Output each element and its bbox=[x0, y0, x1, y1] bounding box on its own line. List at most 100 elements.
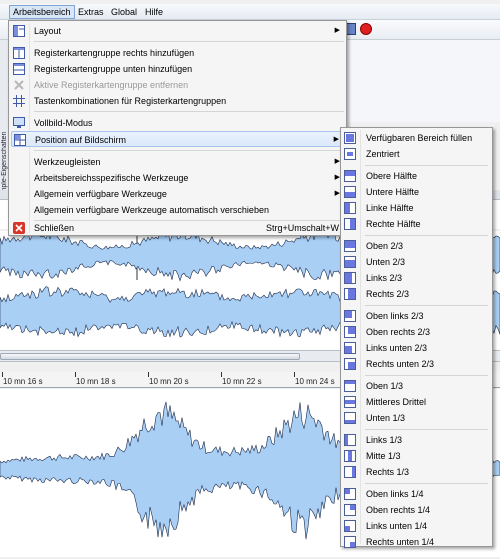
layout-icon bbox=[13, 25, 25, 37]
submenu-item-bottom-third[interactable]: Unten 1/3 bbox=[343, 410, 490, 426]
menu-item-add-tabgroup-bottom[interactable]: Registerkartengruppe unten hinzufügen bbox=[11, 61, 344, 77]
submenu-item-label: Rechts unten 1/4 bbox=[366, 537, 435, 547]
top-left-two-thirds-icon bbox=[344, 310, 356, 322]
menu-item-label: Allgemein verfügbare Werkzeuge bbox=[34, 189, 167, 199]
ruler-label: 10 mn 20 s bbox=[149, 377, 189, 386]
menu-item-label: Aktive Registerkartengruppe entfernen bbox=[34, 80, 189, 90]
submenu-item-middle-third[interactable]: Mittleres Drittel bbox=[343, 394, 490, 410]
menu-item-tab-shortcuts[interactable]: Tastenkombinationen für Registerkartengr… bbox=[11, 93, 344, 109]
left-third-icon bbox=[344, 434, 356, 446]
submenu-item-top-two-thirds[interactable]: Oben 2/3 bbox=[343, 238, 490, 254]
top-right-quarter-icon bbox=[344, 504, 356, 516]
right-third-icon bbox=[344, 466, 356, 478]
menu-arbeitsbereich[interactable]: Arbeitsbereich bbox=[9, 5, 75, 19]
record-button[interactable] bbox=[360, 23, 372, 35]
remove-tabgroup-icon bbox=[13, 79, 25, 91]
right-two-thirds-icon bbox=[344, 288, 356, 300]
submenu-item-bottom-left-two-thirds[interactable]: Links unten 2/3 bbox=[343, 340, 490, 356]
submenu-item-bottom-two-thirds[interactable]: Unten 2/3 bbox=[343, 254, 490, 270]
menu-bar: Arbeitsbereich Extras Global Hilfe bbox=[0, 4, 500, 20]
submenu-item-label: Rechts 1/3 bbox=[366, 467, 410, 477]
menu-item-workspace-tools[interactable]: Arbeitsbereichsspezifische Werkzeuge ▶ bbox=[11, 170, 344, 186]
menu-hilfe[interactable]: Hilfe bbox=[142, 5, 166, 19]
right-half-icon bbox=[344, 218, 356, 230]
menu-item-label: Allgemein verfügbare Werkzeuge automatis… bbox=[34, 205, 269, 215]
submenu-item-right-two-thirds[interactable]: Rechts 2/3 bbox=[343, 286, 490, 302]
menu-item-label: Registerkartengruppe rechts hinzufügen bbox=[34, 48, 195, 58]
bottom-two-thirds-icon bbox=[344, 256, 356, 268]
menu-item-label: Schließen bbox=[34, 223, 75, 233]
submenu-item-bottom-left-quarter[interactable]: Links unten 1/4 bbox=[343, 518, 490, 534]
menu-extras[interactable]: Extras bbox=[75, 5, 107, 19]
ruler-label: 10 mn 18 s bbox=[76, 377, 116, 386]
submenu-item-bottom-right-quarter[interactable]: Rechts unten 1/4 bbox=[343, 534, 490, 550]
top-left-quarter-icon bbox=[344, 488, 356, 500]
submenu-item-centered[interactable]: Zentriert bbox=[343, 146, 490, 162]
submenu-item-left-two-thirds[interactable]: Links 2/3 bbox=[343, 270, 490, 286]
submenu-arrow-icon: ▶ bbox=[334, 27, 340, 34]
submenu-item-top-left-two-thirds[interactable]: Oben links 2/3 bbox=[343, 308, 490, 324]
menu-item-layout[interactable]: Layout ▶ bbox=[11, 23, 344, 39]
submenu-item-right-third[interactable]: Rechts 1/3 bbox=[343, 464, 490, 480]
center-third-icon bbox=[344, 450, 356, 462]
submenu-item-top-third[interactable]: Oben 1/3 bbox=[343, 378, 490, 394]
centered-icon bbox=[344, 148, 356, 160]
menu-item-label: Position auf Bildschirm bbox=[35, 135, 127, 145]
submenu-item-top-half[interactable]: Obere Hälfte bbox=[343, 168, 490, 184]
menu-item-screen-position[interactable]: Position auf Bildschirm ▶ bbox=[11, 131, 344, 147]
fill-area-icon bbox=[344, 132, 356, 144]
submenu-arrow-icon: ▶ bbox=[333, 136, 339, 143]
menu-item-remove-tabgroup: Aktive Registerkartengruppe entfernen bbox=[11, 77, 344, 93]
submenu-item-label: Linke Hälfte bbox=[366, 203, 414, 213]
submenu-item-right-half[interactable]: Rechte Hälfte bbox=[343, 216, 490, 232]
menu-item-label: Registerkartengruppe unten hinzufügen bbox=[34, 64, 193, 74]
submenu-item-left-half[interactable]: Linke Hälfte bbox=[343, 200, 490, 216]
bottom-third-icon bbox=[344, 412, 356, 424]
submenu-item-label: Links unten 1/4 bbox=[366, 521, 428, 531]
submenu-item-label: Rechte Hälfte bbox=[366, 219, 421, 229]
submenu-item-label: Oben rechts 1/4 bbox=[366, 505, 431, 515]
menu-item-label: Layout bbox=[34, 26, 62, 36]
ruler-label: 10 mn 24 s bbox=[295, 377, 335, 386]
menu-item-label: Tastenkombinationen für Registerkartengr… bbox=[34, 96, 227, 106]
submenu-item-bottom-right-two-thirds[interactable]: Rechts unten 2/3 bbox=[343, 356, 490, 372]
top-third-icon bbox=[344, 380, 356, 392]
submenu-item-bottom-half[interactable]: Untere Hälfte bbox=[343, 184, 490, 200]
submenu-item-label: Oben 2/3 bbox=[366, 241, 404, 251]
submenu-item-label: Links 1/3 bbox=[366, 435, 403, 445]
scrollbar-thumb[interactable] bbox=[0, 353, 300, 360]
submenu-item-label: Unten 2/3 bbox=[366, 257, 406, 267]
submenu-item-label: Oben links 2/3 bbox=[366, 311, 424, 321]
submenu-item-top-left-quarter[interactable]: Oben links 1/4 bbox=[343, 486, 490, 502]
menu-item-auto-move-tools[interactable]: Allgemein verfügbare Werkzeuge automatis… bbox=[11, 202, 344, 218]
bottom-right-two-thirds-icon bbox=[344, 358, 356, 370]
top-right-two-thirds-icon bbox=[344, 326, 356, 338]
grid-icon bbox=[13, 95, 25, 107]
position-submenu: Verfügbaren Bereich füllen Zentriert Obe… bbox=[340, 127, 493, 550]
close-icon bbox=[13, 222, 25, 234]
menu-item-shortcut: Strg+Umschalt+W bbox=[265, 223, 339, 233]
left-two-thirds-icon bbox=[344, 272, 356, 284]
menu-item-label: Werkzeugleisten bbox=[34, 157, 101, 167]
submenu-item-label: Mitte 1/3 bbox=[366, 451, 401, 461]
menu-item-fullscreen[interactable]: Vollbild-Modus bbox=[11, 115, 344, 131]
submenu-item-top-right-quarter[interactable]: Oben rechts 1/4 bbox=[343, 502, 490, 518]
submenu-item-left-third[interactable]: Links 1/3 bbox=[343, 432, 490, 448]
submenu-item-label: Mittleres Drittel bbox=[366, 397, 427, 407]
top-half-icon bbox=[344, 170, 356, 182]
menu-item-toolbars[interactable]: Werkzeugleisten ▶ bbox=[11, 154, 344, 170]
submenu-item-label: Unten 1/3 bbox=[366, 413, 406, 423]
submenu-item-top-right-two-thirds[interactable]: Oben rechts 2/3 bbox=[343, 324, 490, 340]
position-icon bbox=[14, 134, 26, 146]
submenu-item-label: Rechts unten 2/3 bbox=[366, 359, 435, 369]
submenu-item-label: Zentriert bbox=[366, 149, 400, 159]
menu-item-close[interactable]: Schließen Strg+Umschalt+W bbox=[11, 220, 344, 236]
ruler-label: 10 mn 16 s bbox=[3, 377, 43, 386]
submenu-item-fill-area[interactable]: Verfügbaren Bereich füllen bbox=[343, 130, 490, 146]
menu-item-add-tabgroup-right[interactable]: Registerkartengruppe rechts hinzufügen bbox=[11, 45, 344, 61]
submenu-item-label: Links 2/3 bbox=[366, 273, 403, 283]
arbeitsbereich-menu: Layout ▶ Registerkartengruppe rechts hin… bbox=[8, 20, 347, 236]
menu-global[interactable]: Global bbox=[108, 5, 140, 19]
menu-item-global-tools[interactable]: Allgemein verfügbare Werkzeuge ▶ bbox=[11, 186, 344, 202]
submenu-item-center-third[interactable]: Mitte 1/3 bbox=[343, 448, 490, 464]
